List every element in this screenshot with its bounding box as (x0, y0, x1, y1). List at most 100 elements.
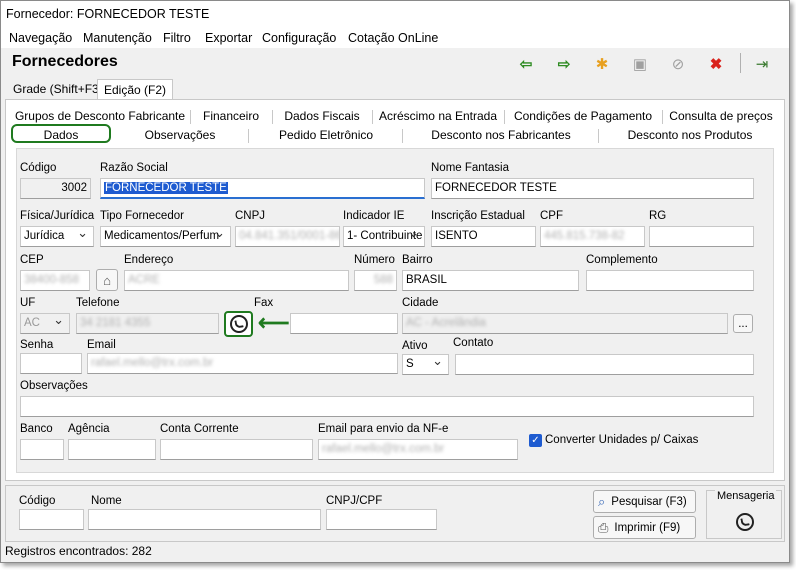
telefone-field[interactable]: 34 2181 4355 (76, 313, 219, 334)
conta-corrente-label: Conta Corrente (160, 423, 239, 435)
nome-fantasia-field[interactable]: FORNECEDOR TESTE (431, 178, 754, 199)
whatsapp-button[interactable] (224, 311, 253, 337)
tab-consulta-precos[interactable]: Consulta de preços (666, 107, 776, 126)
cidade-value: AC - Acrelândia (406, 317, 486, 329)
indicador-ie-label: Indicador IE (343, 210, 405, 222)
cpf-label: CPF (540, 210, 563, 222)
bairro-label: Bairro (402, 254, 433, 266)
status-bar: Registros encontrados: 282 (5, 544, 152, 558)
tipo-fornecedor-select[interactable]: Medicamentos/Perfum (100, 226, 231, 247)
tab-edicao[interactable]: Edição (F2) (97, 79, 174, 100)
menu-cotacao-online[interactable]: Cotação OnLine (348, 31, 438, 45)
menu-exportar[interactable]: Exportar (205, 31, 252, 45)
rg-field[interactable] (649, 226, 754, 247)
numero-value: 588 (373, 274, 393, 286)
tipo-fornecedor-label: Tipo Fornecedor (100, 210, 184, 222)
cidade-browse-button[interactable]: ... (733, 314, 753, 333)
endereco-field[interactable]: ACRE (124, 270, 349, 291)
cpf-value: 445.815.738-82 (544, 230, 625, 242)
whatsapp-icon (736, 513, 754, 531)
codigo-label: Código (20, 162, 57, 174)
banco-label: Banco (20, 423, 53, 435)
mensageria-box: Mensageria (706, 490, 782, 539)
cnpj-field[interactable]: 04.841.351/0001-86 (235, 226, 340, 247)
telefone-value: 34 2181 4355 (80, 317, 151, 329)
email-nfe-label: Email para envio da NF-e (318, 423, 449, 435)
fisica-juridica-select[interactable]: Jurídica (20, 226, 94, 247)
toolbar-divider (740, 53, 741, 73)
tab-desconto-produtos[interactable]: Desconto nos Produtos (602, 126, 778, 145)
tab-dados[interactable]: Dados (11, 124, 111, 143)
save-icon[interactable]: ▣ (629, 54, 651, 74)
menu-navegacao[interactable]: Navegação (9, 31, 72, 45)
search-codigo-field[interactable] (19, 509, 84, 530)
cidade-field[interactable]: AC - Acrelândia (402, 313, 728, 334)
contato-field[interactable] (455, 354, 754, 375)
cnpj-label: CNPJ (235, 210, 266, 222)
search-nome-label: Nome (91, 495, 122, 507)
tab-observacoes[interactable]: Observações (116, 126, 244, 145)
contato-label: Contato (453, 337, 494, 349)
whatsapp-icon (229, 315, 248, 333)
search-codigo-label: Código (19, 495, 56, 507)
search-nome-field[interactable] (88, 509, 321, 530)
agencia-field[interactable] (68, 439, 156, 460)
tab-dados-fiscais[interactable]: Dados Fiscais (276, 107, 368, 126)
email-nfe-value: rafael.mello@trx.com.br (322, 443, 445, 455)
exit-icon[interactable]: ⇥ (751, 54, 773, 74)
menu-manutencao[interactable]: Manutenção (83, 31, 152, 45)
cep-search-button[interactable]: ⌂ (96, 269, 118, 291)
fisica-juridica-label: Física/Jurídica (20, 210, 95, 222)
senha-field[interactable] (20, 353, 82, 374)
search-cnpj-label: CNPJ/CPF (326, 495, 383, 507)
cancel-icon[interactable]: ⊘ (667, 54, 689, 74)
menu-configuracao[interactable]: Configuração (262, 31, 336, 45)
inscricao-estadual-label: Inscrição Estadual (431, 210, 525, 222)
converter-checkbox[interactable]: ✓ (529, 434, 542, 447)
ativo-select[interactable]: S (402, 354, 449, 375)
tab-pedido-eletronico[interactable]: Pedido Eletrônico (252, 126, 400, 145)
observacoes-label: Observações (20, 380, 88, 392)
cep-value: 38400-858 (24, 274, 79, 286)
banco-field[interactable] (20, 439, 64, 460)
new-icon[interactable]: ✱ (591, 54, 613, 74)
arrow-left-icon[interactable]: ⇦ (515, 54, 537, 74)
tab-acrescimo-entrada[interactable]: Acréscimo na Entrada (376, 107, 500, 126)
cnpj-value: 04.841.351/0001-86 (239, 230, 340, 242)
endereco-value: ACRE (128, 274, 160, 286)
mensageria-button[interactable] (736, 513, 754, 534)
complemento-field[interactable] (586, 270, 754, 291)
form-panel: Código 3002 Razão Social FORNECEDOR TEST… (16, 148, 774, 473)
imprimir-button[interactable]: ⎙ Imprimir (F9) (593, 516, 696, 539)
razao-social-field[interactable]: FORNECEDOR TESTE (100, 178, 425, 199)
conta-corrente-field[interactable] (160, 439, 313, 460)
uf-select[interactable]: AC (20, 313, 70, 334)
inscricao-estadual-field[interactable]: ISENTO (431, 226, 536, 247)
header: Fornecedores ⇦ ⇨ ✱ ▣ ⊘ ✖ ⇥ (1, 48, 789, 78)
codigo-field[interactable]: 3002 (20, 178, 91, 199)
arrow-right-icon[interactable]: ⇨ (553, 54, 575, 74)
delete-icon[interactable]: ✖ (705, 54, 727, 74)
numero-field[interactable]: 588 (354, 270, 397, 291)
agencia-label: Agência (68, 423, 110, 435)
search-icon: ⌕ (598, 493, 606, 509)
pesquisar-button[interactable]: ⌕ Pesquisar (F3) (593, 490, 696, 513)
observacoes-field[interactable] (20, 396, 754, 417)
menu-filtro[interactable]: Filtro (163, 31, 191, 45)
tab-financeiro[interactable]: Financeiro (194, 107, 268, 126)
tab-grade[interactable]: Grade (Shift+F3) (7, 79, 109, 99)
bairro-field[interactable]: BRASIL (402, 270, 579, 291)
email-field[interactable]: rafael.mello@trx.com.br (87, 353, 398, 374)
fax-field[interactable] (290, 313, 398, 334)
fax-label: Fax (254, 297, 274, 309)
imprimir-label: Imprimir (F9) (614, 521, 681, 534)
tab-desconto-fabricantes[interactable]: Desconto nos Fabricantes (406, 126, 596, 145)
main-window: Fornecedor: FORNECEDOR TESTE Navegação M… (0, 0, 790, 563)
cpf-field[interactable]: 445.815.738-82 (540, 226, 645, 247)
indicador-ie-select[interactable]: 1- Contribuinte (343, 226, 425, 247)
cep-field[interactable]: 38400-858 (20, 270, 90, 291)
search-cnpj-field[interactable] (326, 509, 437, 530)
email-nfe-field[interactable]: rafael.mello@trx.com.br (318, 439, 518, 460)
tab-condicoes-pagamento[interactable]: Condições de Pagamento (508, 107, 658, 126)
mensageria-label: Mensageria (715, 490, 777, 502)
